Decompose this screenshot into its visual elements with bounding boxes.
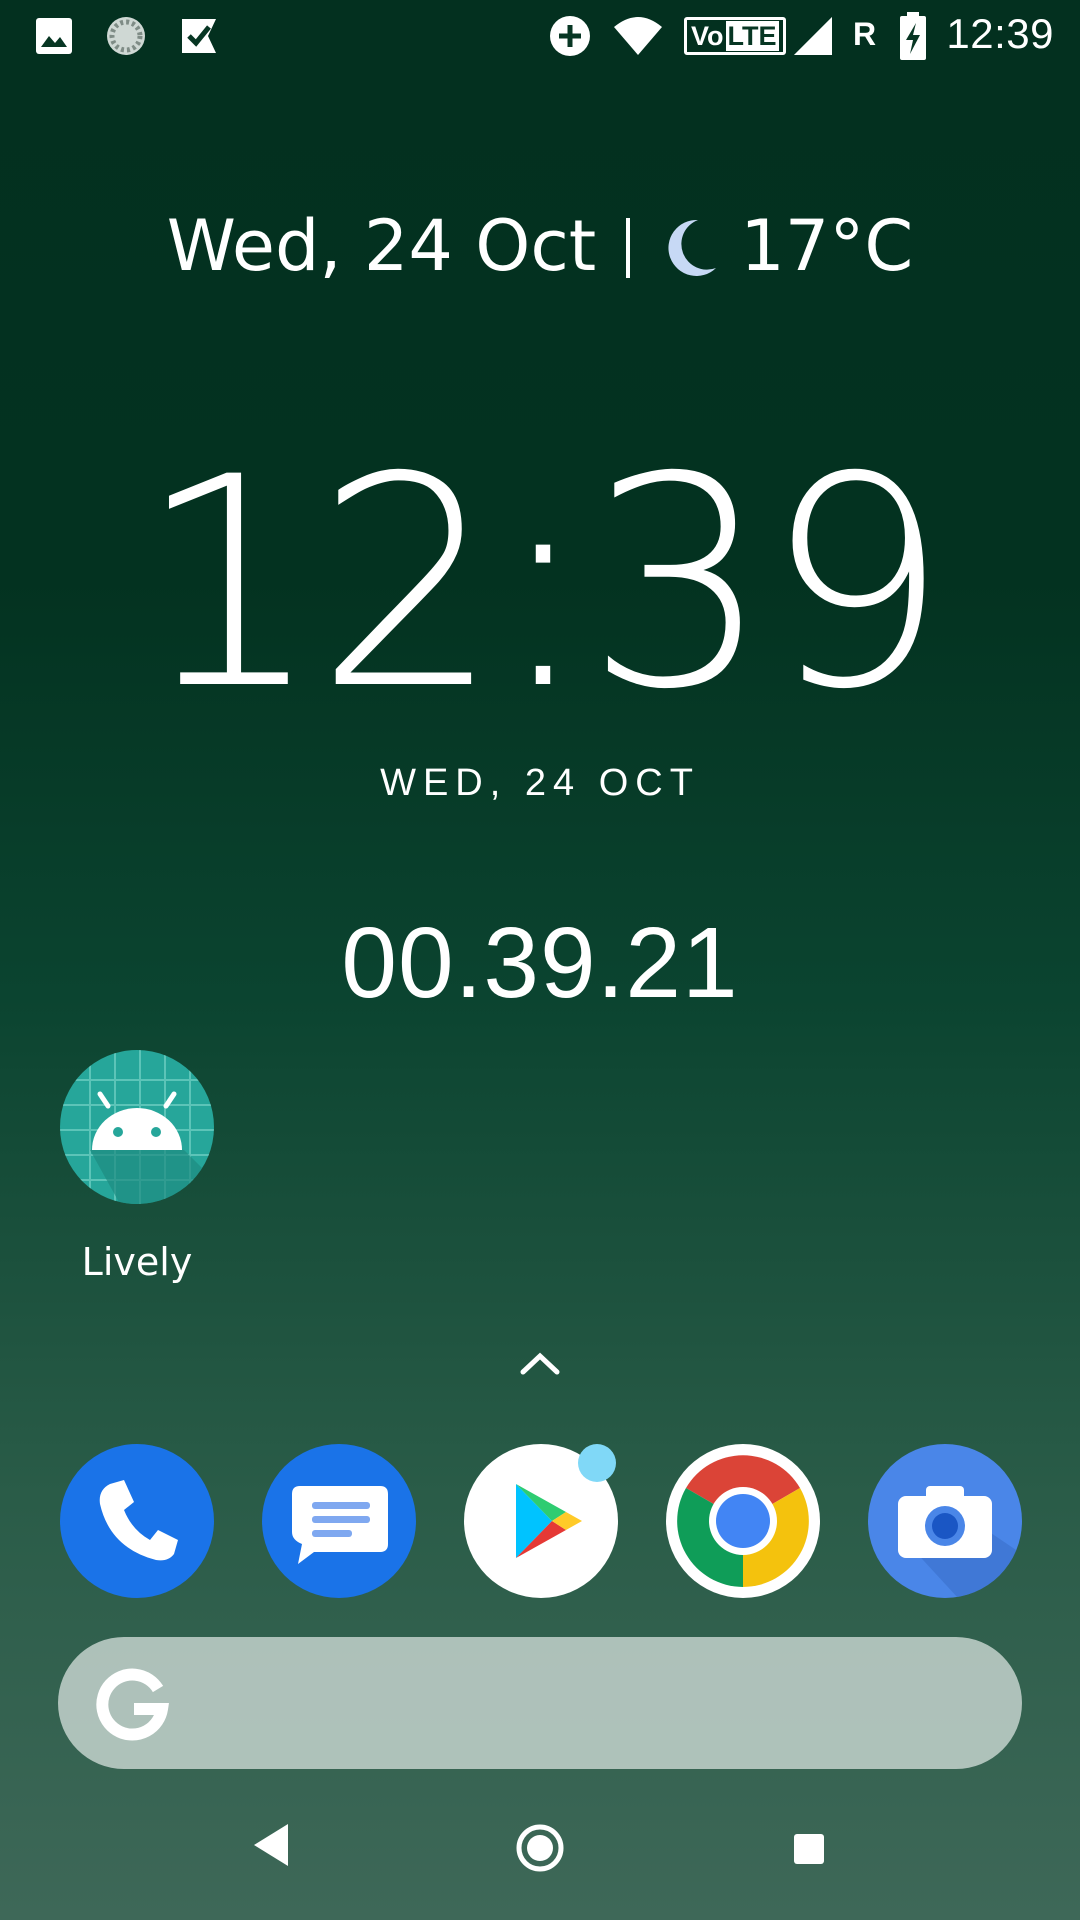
- status-bar-time: 12:39: [946, 10, 1054, 57]
- tasks-notification-icon: [178, 12, 220, 60]
- glance-date[interactable]: Wed, 24 Oct: [167, 205, 596, 287]
- clock-widget-time[interactable]: 12:39: [0, 440, 1080, 730]
- dock-phone[interactable]: [60, 1444, 214, 1598]
- phone-icon: [99, 1480, 178, 1561]
- roaming-icon: R: [853, 16, 877, 52]
- battery-charging-icon: [898, 12, 928, 60]
- cell-signal-icon: [792, 12, 834, 60]
- sync-notification-icon: [104, 12, 148, 60]
- gallery-notification-icon: [34, 12, 74, 60]
- moon-icon: [668, 219, 717, 276]
- back-icon[interactable]: [248, 1820, 292, 1875]
- google-g-icon[interactable]: [96, 1665, 172, 1741]
- dock-camera[interactable]: [868, 1444, 1022, 1598]
- camera-icon: [898, 1486, 1022, 1598]
- chrome-icon: [677, 1455, 809, 1587]
- home-icon[interactable]: [516, 1824, 564, 1877]
- volte-icon: Vo LTE: [684, 17, 786, 55]
- app-drawer-arrow-icon[interactable]: [515, 1348, 565, 1383]
- wifi-icon: [612, 12, 664, 60]
- google-search-bar[interactable]: [58, 1637, 1022, 1769]
- status-bar[interactable]: Vo LTE R 12:39: [0, 0, 1080, 72]
- glance-temperature[interactable]: 17°C: [740, 205, 913, 287]
- app-label: Lively: [81, 1240, 193, 1284]
- app-lively[interactable]: Lively: [44, 1050, 230, 1284]
- android-icon: [60, 1050, 214, 1204]
- dock-messages[interactable]: [262, 1444, 416, 1598]
- data-saver-icon: [548, 12, 592, 60]
- messages-icon: [292, 1486, 388, 1564]
- clock-widget-date: WED, 24 OCT: [380, 762, 700, 804]
- glance-divider: [626, 218, 631, 278]
- dock-chrome[interactable]: [666, 1444, 820, 1598]
- at-a-glance-widget[interactable]: Wed, 24 Oct 17°C: [0, 205, 1080, 287]
- recents-icon[interactable]: [792, 1832, 826, 1871]
- notification-dot: [578, 1444, 616, 1482]
- stopwatch-widget[interactable]: 00.39.21: [0, 906, 1080, 1021]
